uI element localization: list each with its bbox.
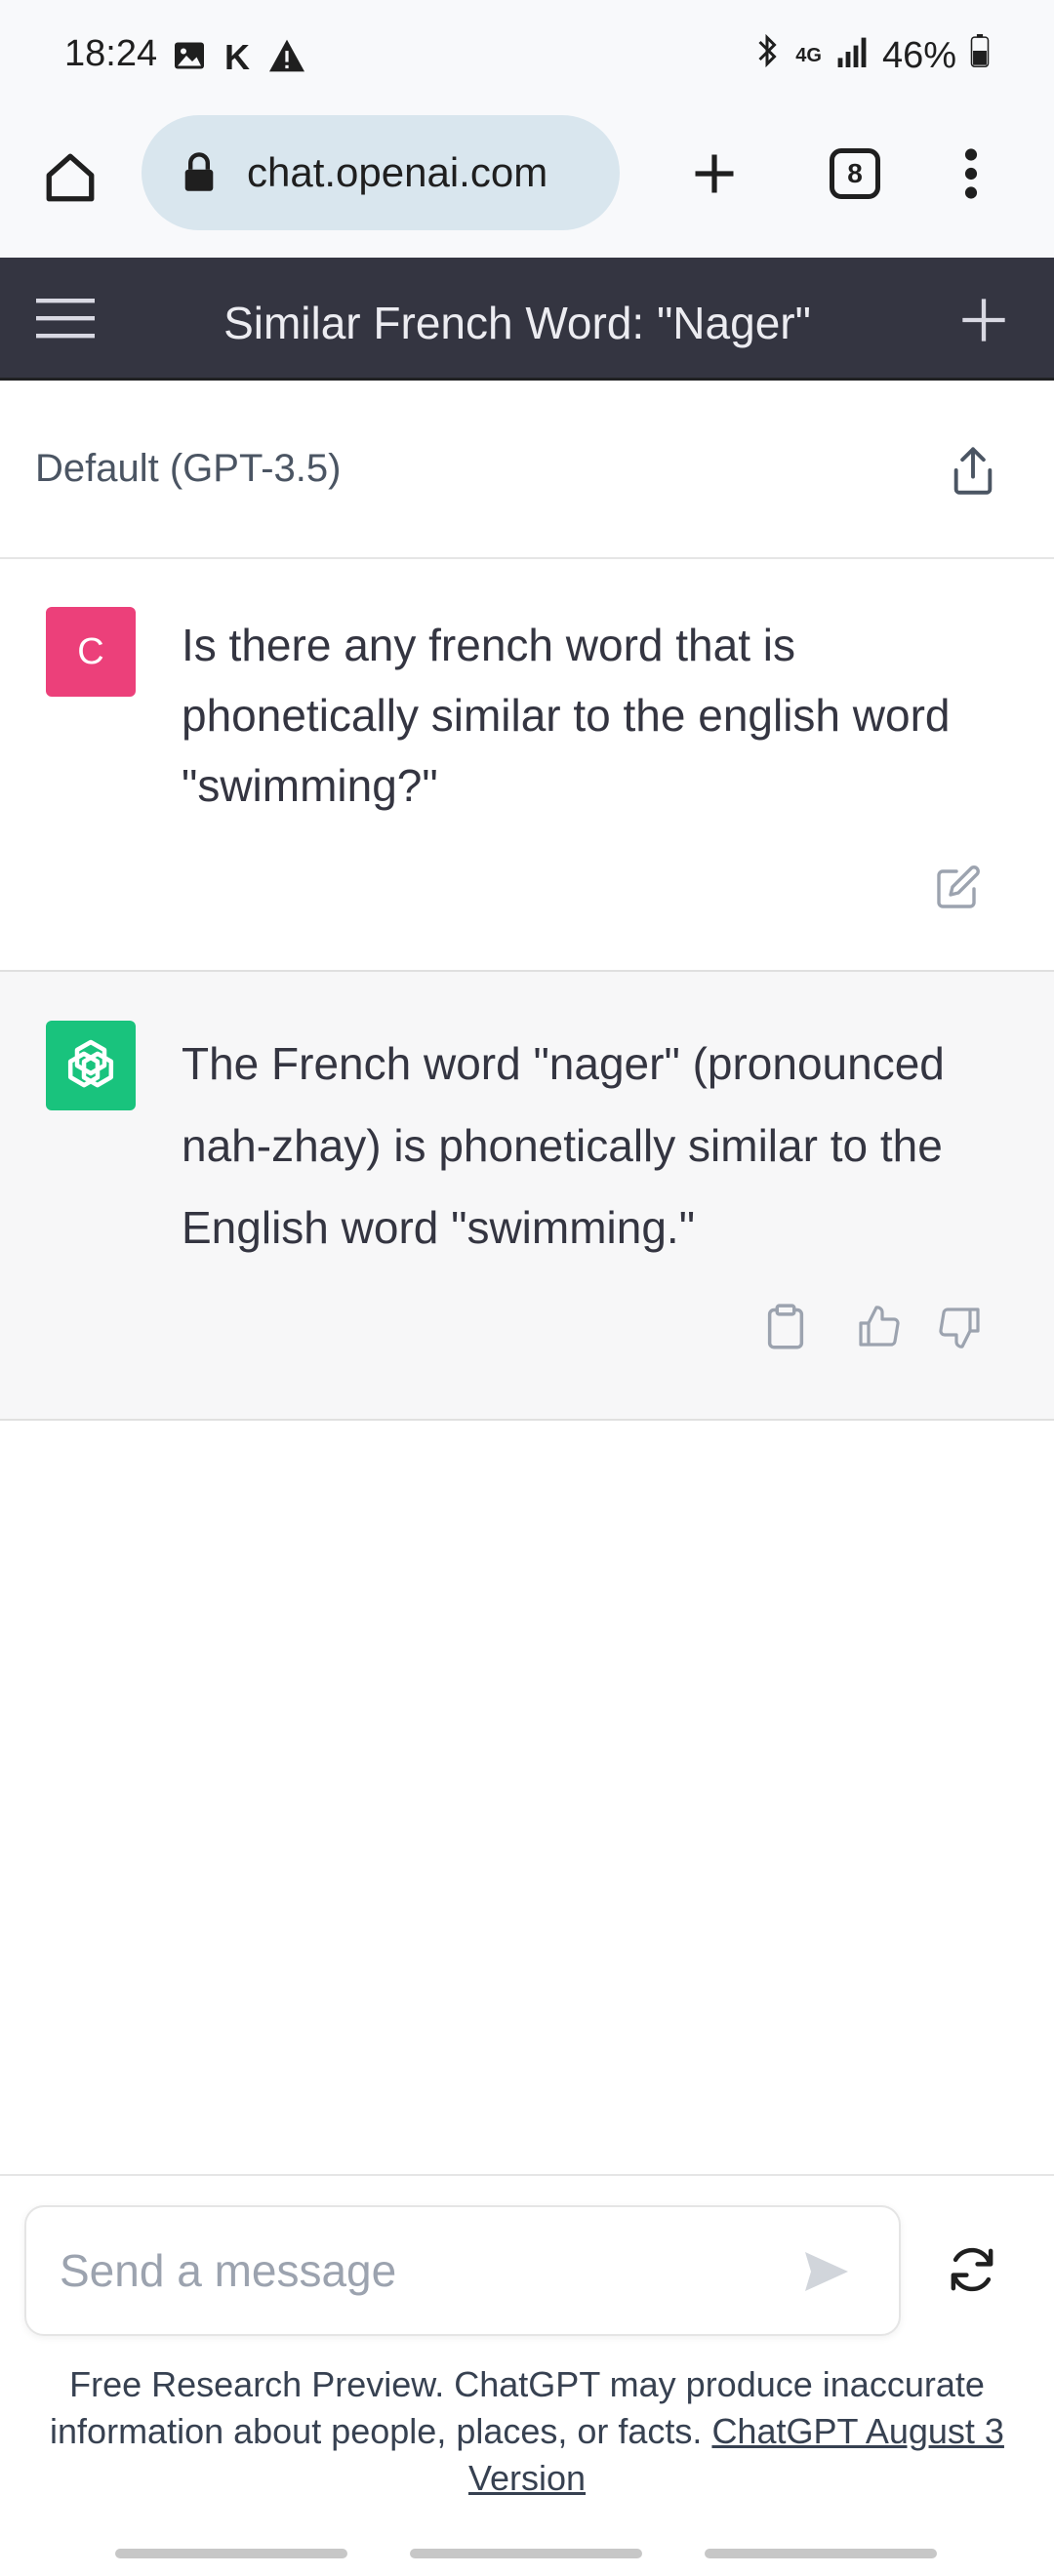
send-icon[interactable] <box>797 2242 856 2301</box>
menu-icon[interactable] <box>35 293 96 343</box>
assistant-message-text: The French word "nager" (pronounced nah-… <box>182 1038 945 1253</box>
conversation-title: Similar French Word: "Nager" <box>223 298 811 348</box>
openai-logo-icon <box>46 1021 136 1110</box>
nav-hint-right <box>705 2549 937 2558</box>
message-input[interactable] <box>60 2236 801 2305</box>
home-icon[interactable] <box>37 144 103 211</box>
edit-icon[interactable] <box>933 862 984 912</box>
model-label: Default (GPT-3.5) <box>35 447 342 490</box>
user-message: C Is there any french word that is phone… <box>0 559 1054 972</box>
assistant-message: The French word "nager" (pronounced nah-… <box>0 972 1054 1421</box>
lock-icon <box>181 150 218 198</box>
battery-percent: 46% <box>881 34 956 76</box>
url-text: chat.openai.com <box>247 149 548 195</box>
network-type-label: 4G <box>795 44 822 66</box>
disclaimer: Free Research Preview. ChatGPT may produ… <box>29 2361 1025 2502</box>
bluetooth-icon <box>752 33 782 78</box>
carrier-letter: K <box>224 37 250 77</box>
copy-icon[interactable] <box>761 1300 810 1354</box>
more-options-icon[interactable] <box>947 142 995 205</box>
share-icon[interactable] <box>947 441 999 500</box>
address-bar[interactable]: chat.openai.com <box>142 115 620 230</box>
regenerate-icon[interactable] <box>941 2238 1003 2301</box>
battery-icon <box>970 34 990 77</box>
status-right-icons: 4G 46% <box>752 33 990 78</box>
model-info-row: Default (GPT-3.5) <box>0 381 1054 559</box>
status-bar: 18:24 K 4G 46% <box>0 0 1054 115</box>
chat-header: Similar French Word: "Nager" <box>0 258 1054 381</box>
new-tab-icon[interactable] <box>683 142 746 205</box>
browser-toolbar: chat.openai.com 8 <box>0 115 1054 258</box>
user-avatar: C <box>46 607 136 697</box>
tab-switcher-button[interactable]: 8 <box>830 148 880 199</box>
nav-hint-left <box>115 2549 347 2558</box>
status-notification-icons: K <box>172 37 306 78</box>
thumbs-up-icon[interactable] <box>853 1300 904 1354</box>
warning-icon <box>267 38 306 78</box>
image-notification-icon <box>172 38 207 78</box>
user-message-text: Is there any french word that is phoneti… <box>182 620 951 811</box>
thumbs-down-icon[interactable] <box>935 1300 986 1354</box>
composer-area: Free Research Preview. ChatGPT may produ… <box>0 2174 1054 2576</box>
message-box <box>24 2205 901 2336</box>
new-chat-icon[interactable] <box>956 293 1011 347</box>
status-time: 18:24 <box>64 33 158 74</box>
nav-hint-center <box>410 2549 642 2558</box>
signal-icon <box>835 35 869 77</box>
